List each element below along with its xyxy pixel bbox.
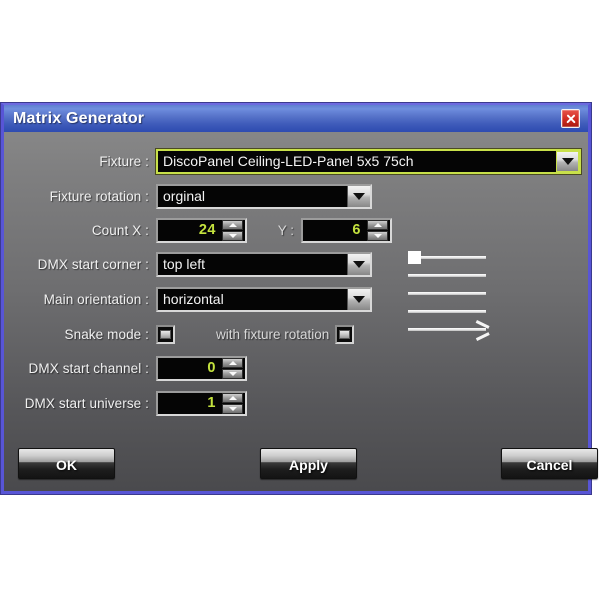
chevron-down-icon[interactable] <box>347 185 370 207</box>
preview-line-5 <box>408 328 486 331</box>
dmx-start-universe-stepper[interactable]: 1 <box>156 390 247 416</box>
count-y-stepper[interactable]: 6 <box>301 217 392 243</box>
matrix-pattern-preview <box>400 245 495 335</box>
preview-line-4 <box>408 310 486 313</box>
spin-up-icon[interactable] <box>367 219 388 230</box>
row-dmx-start-universe: DMX start universe : 1 <box>4 390 588 416</box>
fixture-select-value: DiscoPanel Ceiling-LED-Panel 5x5 75ch <box>163 153 414 169</box>
snake-mode-checkbox[interactable] <box>156 324 175 344</box>
row-fixture-rotation: Fixture rotation : orginal <box>4 183 588 209</box>
preview-line-3 <box>408 292 486 295</box>
spin-down-icon[interactable] <box>222 403 243 414</box>
dmx-start-universe-value: 1 <box>207 395 216 411</box>
chevron-down-icon[interactable] <box>556 150 579 172</box>
spin-down-icon[interactable] <box>222 368 243 379</box>
count-x-spin-buttons[interactable] <box>222 219 243 241</box>
label-fixture-rotation: Fixture rotation : <box>49 188 149 204</box>
spin-up-icon[interactable] <box>222 392 243 403</box>
row-count: Count X : 24 Y : 6 <box>4 217 588 243</box>
fixture-rotation-select[interactable]: orginal <box>156 183 372 209</box>
chevron-down-icon[interactable] <box>347 288 370 310</box>
spin-down-icon[interactable] <box>222 230 243 241</box>
arrow-right-icon <box>475 322 487 336</box>
count-x-stepper[interactable]: 24 <box>156 217 247 243</box>
dialog-titlebar[interactable]: Matrix Generator <box>1 103 591 132</box>
label-dmx-start-universe: DMX start universe : <box>24 395 149 411</box>
screenshot-root: Matrix Generator Fixture : DiscoPanel Ce… <box>0 0 600 600</box>
label-dmx-start-corner: DMX start corner : <box>37 256 149 272</box>
with-fixture-rotation-checkbox[interactable] <box>335 324 355 344</box>
label-dmx-start-channel: DMX start channel : <box>28 360 149 376</box>
row-main-orientation: Main orientation : horizontal <box>4 286 588 312</box>
close-icon[interactable] <box>561 109 580 128</box>
row-dmx-start-corner: DMX start corner : top left <box>4 251 588 277</box>
count-y-spin-buttons[interactable] <box>367 219 388 241</box>
dmx-start-channel-value: 0 <box>207 360 216 376</box>
label-count-x: Count X : <box>91 222 149 238</box>
count-y-value: 6 <box>352 222 361 238</box>
main-orientation-value: horizontal <box>163 291 224 307</box>
chevron-down-icon[interactable] <box>347 253 370 275</box>
label-with-fixture-rotation: with fixture rotation <box>216 326 330 342</box>
label-main-orientation: Main orientation : <box>43 291 149 307</box>
preview-start-marker <box>408 251 421 264</box>
spin-up-icon[interactable] <box>222 219 243 230</box>
spin-down-icon[interactable] <box>367 230 388 241</box>
dmx-start-channel-stepper[interactable]: 0 <box>156 355 247 381</box>
fixture-rotation-value: orginal <box>163 188 206 204</box>
dialog-title: Matrix Generator <box>13 109 145 127</box>
preview-line-1 <box>408 251 486 264</box>
preview-line-2 <box>408 274 486 277</box>
dmx-start-corner-value: top left <box>163 256 206 272</box>
row-dmx-start-channel: DMX start channel : 0 <box>4 355 588 381</box>
row-snake-mode: Snake mode : with fixture rotation <box>4 321 588 347</box>
dmx-start-universe-spin-buttons[interactable] <box>222 392 243 414</box>
row-fixture: Fixture : DiscoPanel Ceiling-LED-Panel 5… <box>4 148 588 174</box>
fixture-select[interactable]: DiscoPanel Ceiling-LED-Panel 5x5 75ch <box>156 148 581 174</box>
label-count-y: Y : <box>277 222 294 238</box>
spin-up-icon[interactable] <box>222 357 243 368</box>
dmx-start-channel-spin-buttons[interactable] <box>222 357 243 379</box>
dmx-start-corner-select[interactable]: top left <box>156 251 372 277</box>
dialog-body: Fixture : DiscoPanel Ceiling-LED-Panel 5… <box>4 132 588 491</box>
count-x-value: 24 <box>198 222 216 238</box>
main-orientation-select[interactable]: horizontal <box>156 286 372 312</box>
label-snake-mode: Snake mode : <box>64 326 149 342</box>
label-fixture: Fixture : <box>99 153 149 169</box>
